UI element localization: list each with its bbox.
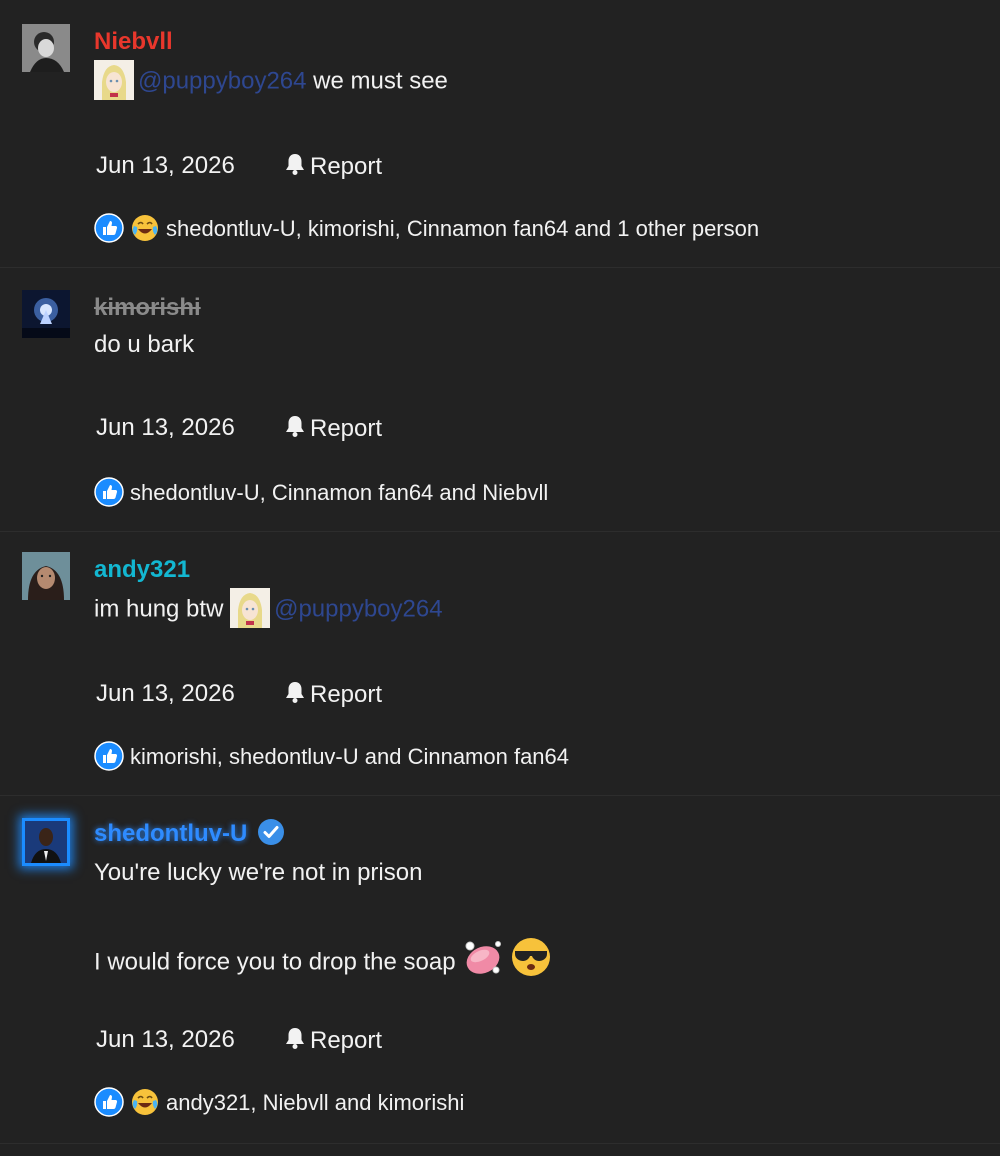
report-button[interactable]: Report [284, 414, 382, 443]
username[interactable]: kimorishi [94, 294, 201, 322]
reactions[interactable]: kimorishi, shedontluv-U and Cinnamon fan… [94, 742, 569, 773]
comment-body: we must see [313, 67, 448, 95]
avatar[interactable] [22, 24, 70, 72]
soap-emoji [465, 941, 501, 974]
laughing-tears-emoji[interactable] [130, 1087, 160, 1117]
bell-icon [284, 152, 306, 176]
comment-item: kimorishi do u bark Jun 13, 2026 Report … [0, 268, 1000, 532]
comment-body: I would force you to drop the soap [94, 948, 456, 976]
like-icon[interactable] [94, 213, 124, 243]
report-button[interactable]: Report [284, 152, 382, 181]
avatar[interactable] [22, 818, 70, 866]
like-icon[interactable] [94, 1087, 124, 1117]
sunglasses-flushed-emoji [511, 938, 550, 976]
reactions-text: shedontluv-U, Cinnamon fan64 and Niebvll [130, 480, 549, 505]
reactions-text: andy321, Niebvll and kimorishi [166, 1090, 465, 1115]
username-text: shedontluv-U [94, 820, 248, 847]
username[interactable]: andy321 [94, 556, 190, 584]
report-label: Report [310, 415, 383, 442]
report-button[interactable]: Report [284, 680, 382, 709]
verified-badge-icon [258, 818, 285, 845]
username[interactable]: Niebvll [94, 28, 173, 56]
avatar[interactable] [22, 290, 70, 338]
bell-icon [284, 1026, 306, 1050]
report-label: Report [310, 681, 383, 708]
comment-item: shedontluv-U You're lucky we're not in p… [0, 796, 1000, 1144]
mention-avatar[interactable] [230, 588, 270, 628]
comment-body: do u bark [94, 331, 195, 358]
avatar[interactable] [22, 552, 70, 600]
comment-date: Jun 13, 2026 [96, 414, 235, 441]
report-button[interactable]: Report [284, 1026, 382, 1055]
reactions[interactable]: shedontluv-U, kimorishi, Cinnamon fan64 … [94, 214, 759, 245]
laughing-tears-emoji[interactable] [130, 213, 160, 243]
comment-item: Niebvll @puppyboy264 we must see Jun 13,… [0, 0, 1000, 268]
username[interactable]: shedontluv-U [94, 818, 285, 849]
comment-date: Jun 13, 2026 [96, 152, 235, 179]
reactions-text: kimorishi, shedontluv-U and Cinnamon fan… [130, 744, 570, 769]
comment-text: im hung btw @puppyboy264 [94, 590, 443, 630]
comment-item: andy321 im hung btw @puppyboy264 Jun 13,… [0, 532, 1000, 796]
comment-body: You're lucky we're not in prison [94, 859, 423, 886]
report-label: Report [310, 153, 383, 180]
like-icon[interactable] [94, 741, 124, 771]
comment-date: Jun 13, 2026 [96, 680, 235, 707]
comment-text: @puppyboy264 we must see [94, 62, 448, 102]
comment-text: I would force you to drop the soap [94, 938, 552, 984]
mention-link[interactable]: @puppyboy264 [274, 595, 443, 622]
bell-icon [284, 414, 306, 438]
comment-body: im hung btw [94, 595, 224, 623]
reactions[interactable]: shedontluv-U, Cinnamon fan64 and Niebvll [94, 478, 548, 509]
mention-link[interactable]: @puppyboy264 [138, 67, 307, 94]
report-label: Report [310, 1027, 383, 1054]
reactions-text: shedontluv-U, kimorishi, Cinnamon fan64 … [166, 216, 760, 241]
mention-avatar[interactable] [94, 60, 134, 100]
reactions[interactable]: andy321, Niebvll and kimorishi [94, 1088, 464, 1119]
like-icon[interactable] [94, 477, 124, 507]
comment-date: Jun 13, 2026 [96, 1026, 235, 1053]
bell-icon [284, 680, 306, 704]
